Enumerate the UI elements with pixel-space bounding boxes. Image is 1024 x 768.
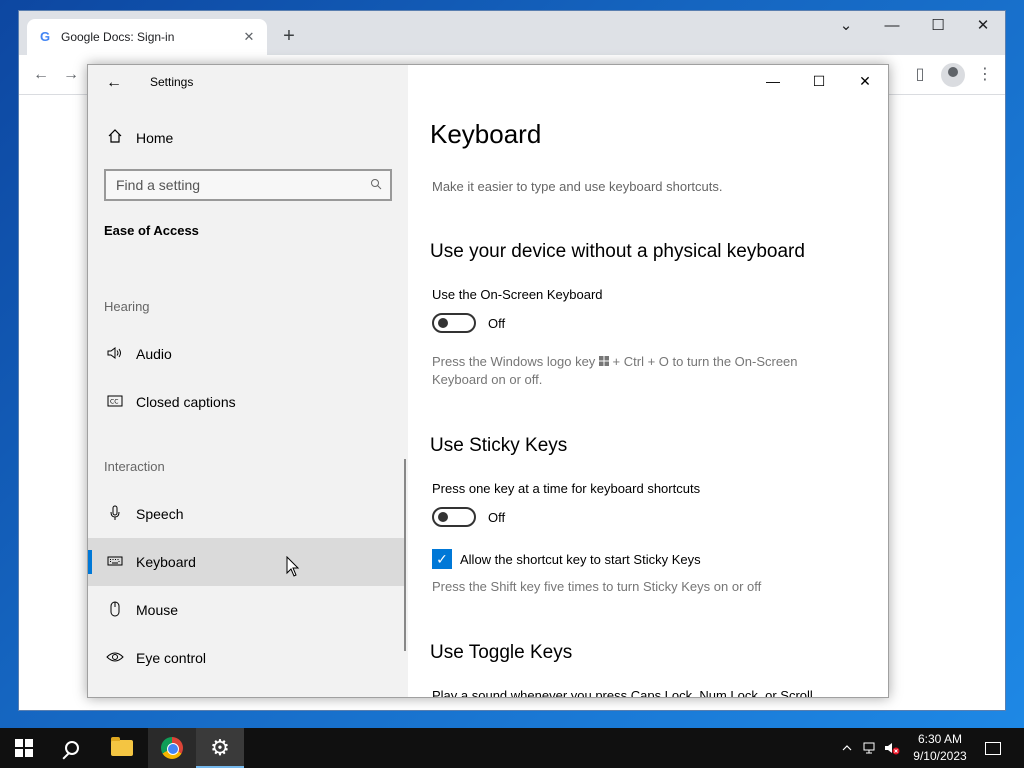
network-disconnected-icon[interactable] [860, 728, 880, 768]
settings-sidebar: ← Settings Home Ease of Access Hearing A… [88, 65, 408, 697]
browser-menu-icon[interactable]: ⋮ [973, 63, 997, 87]
page-title: Keyboard [430, 119, 542, 149]
sidebar-item-mouse[interactable]: Mouse [88, 586, 406, 634]
closed-captions-icon: CC [88, 394, 136, 410]
description-text: Press the Windows logo key [432, 354, 596, 369]
sticky-keys-toggle[interactable] [432, 507, 476, 527]
toggle-state-label: Off [488, 315, 506, 331]
group-header-hearing: Hearing [104, 299, 150, 314]
sidebar-section-title: Ease of Access [104, 223, 199, 238]
new-tab-button[interactable]: + [277, 25, 301, 49]
maximize-button[interactable]: ☐ [796, 65, 842, 97]
taskbar-chrome[interactable] [148, 728, 196, 768]
volume-muted-icon[interactable] [882, 728, 902, 768]
on-screen-keyboard-label: Use the On-Screen Keyboard [432, 287, 603, 302]
windows-start-icon [15, 739, 33, 757]
section-heading-sticky-keys: Use Sticky Keys [430, 435, 568, 456]
sticky-keys-toggle-row: Off [432, 507, 505, 527]
sidebar-item-label: Closed captions [136, 394, 236, 410]
back-arrow-icon[interactable]: ← [102, 71, 126, 95]
close-button[interactable]: ✕ [842, 65, 888, 97]
sidebar-item-label: Eye control [136, 650, 207, 666]
settings-content: — ☐ ✕ Keyboard Make it easier to type an… [408, 65, 888, 697]
checkbox-label: Allow the shortcut key to start Sticky K… [460, 551, 701, 567]
mouse-icon [88, 601, 136, 620]
clock-date: 9/10/2023 [913, 749, 967, 763]
profile-avatar-icon[interactable] [941, 63, 965, 87]
section-heading-toggle-keys: Use Toggle Keys [430, 642, 573, 663]
on-screen-keyboard-description: Press the Windows logo key + Ctrl + O to… [432, 353, 852, 389]
sidebar-item-label: Mouse [136, 602, 179, 618]
minimize-button[interactable]: — [750, 65, 796, 97]
tab-close-icon[interactable]: ✕ [241, 29, 257, 45]
browser-tab[interactable]: G Google Docs: Sign-in ✕ [27, 19, 267, 55]
tray-overflow-chevron-icon[interactable] [838, 728, 856, 768]
eye-icon [88, 650, 136, 666]
sidebar-item-label: Home [136, 130, 174, 146]
sticky-keys-description: Press the Shift key five times to turn S… [432, 579, 762, 594]
sticky-keys-shortcut-row[interactable]: ✓ Allow the shortcut key to start Sticky… [432, 549, 701, 569]
browser-maximize-button[interactable]: ☐ [915, 11, 961, 41]
search-icon [65, 741, 79, 755]
toggle-state-label: Off [488, 509, 506, 525]
home-icon [88, 128, 136, 148]
settings-gear-icon: ⚙ [210, 735, 230, 760]
sidebar-item-label: Keyboard [136, 554, 196, 570]
search-box[interactable] [104, 169, 392, 201]
sidebar-item-audio[interactable]: Audio [88, 330, 406, 378]
on-screen-keyboard-toggle-row: Off [432, 313, 505, 333]
browser-close-button[interactable]: ✕ [960, 11, 1006, 41]
action-center-button[interactable] [978, 728, 1008, 768]
settings-window: ← Settings Home Ease of Access Hearing A… [87, 64, 889, 698]
speaker-icon [88, 346, 136, 363]
sidebar-scrollbar[interactable] [404, 459, 406, 651]
taskbar-settings[interactable]: ⚙ [196, 728, 244, 768]
file-explorer-icon [111, 737, 133, 756]
sidebar-item-label: Audio [136, 346, 172, 362]
browser-minimize-button[interactable]: — [869, 11, 915, 41]
browser-back-icon[interactable]: ← [29, 63, 53, 87]
taskbar-search-button[interactable] [48, 728, 96, 768]
page-subtitle: Make it easier to type and use keyboard … [432, 179, 723, 194]
sidebar-item-closed-captions[interactable]: CC Closed captions [88, 378, 406, 426]
side-panel-icon[interactable]: ▯ [908, 63, 932, 87]
clock-time: 6:30 AM [917, 732, 963, 746]
sidebar-item-eye-control[interactable]: Eye control [88, 634, 406, 682]
tab-search-dropdown-icon[interactable]: ⌄ [823, 11, 869, 41]
browser-forward-icon[interactable]: → [59, 63, 83, 87]
search-icon[interactable] [370, 178, 382, 193]
svg-text:CC: CC [110, 399, 118, 406]
chrome-tab-strip: G Google Docs: Sign-in ✕ + ⌄ — ☐ ✕ [19, 11, 1005, 55]
search-input[interactable] [116, 177, 370, 193]
sticky-keys-label: Press one key at a time for keyboard sho… [432, 481, 701, 496]
toggle-keys-label: Play a sound whenever you press Caps Loc… [432, 688, 813, 697]
section-heading-on-screen-keyboard: Use your device without a physical keybo… [430, 241, 805, 262]
sticky-keys-shortcut-checkbox[interactable]: ✓ [432, 549, 452, 569]
chrome-icon [161, 737, 183, 759]
sidebar-item-label: Speech [136, 506, 184, 522]
sidebar-item-home[interactable]: Home [88, 121, 408, 155]
sidebar-item-speech[interactable]: Speech [88, 490, 406, 538]
taskbar-file-explorer[interactable] [98, 728, 146, 768]
window-title: Settings [150, 75, 194, 89]
on-screen-keyboard-toggle[interactable] [432, 313, 476, 333]
tab-title: Google Docs: Sign-in [61, 30, 175, 44]
taskbar-clock[interactable]: 6:30 AM 9/10/2023 [900, 731, 980, 765]
keyboard-icon [88, 554, 136, 570]
taskbar: ⚙ 6:30 AM 9/10/2023 [0, 728, 1024, 768]
notification-icon [985, 741, 1001, 755]
group-header-interaction: Interaction [104, 459, 165, 474]
start-button[interactable] [0, 728, 48, 768]
sidebar-item-keyboard[interactable]: Keyboard [88, 538, 406, 586]
microphone-icon [88, 505, 136, 524]
windows-logo-key-icon [598, 354, 609, 369]
google-g-icon: G [39, 29, 51, 44]
